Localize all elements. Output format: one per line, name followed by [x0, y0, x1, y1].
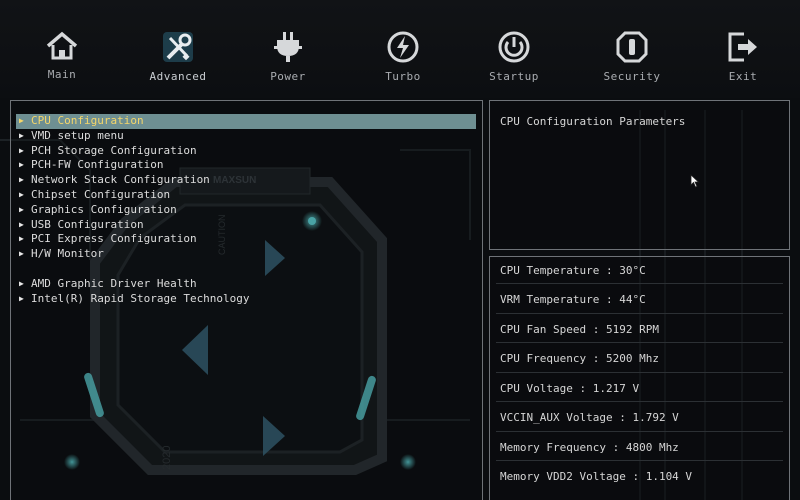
expand-arrow-icon: ▶ — [19, 204, 24, 214]
menu-item-pch-fw[interactable]: ▶ PCH-FW Configuration — [16, 158, 476, 173]
tab-turbo-label: Turbo — [385, 70, 421, 83]
menu-item-chipset[interactable]: ▶ Chipset Configuration — [16, 188, 476, 203]
startup-power-icon — [498, 31, 530, 63]
home-icon — [46, 31, 78, 60]
expand-arrow-icon: ▶ — [19, 219, 24, 229]
menu-item-pch-storage[interactable]: ▶ PCH Storage Configuration — [16, 144, 476, 159]
memory-vdd2-voltage-readout: Memory VDD2 Voltage : 1.104 V — [500, 470, 693, 483]
tab-power-label: Power — [270, 70, 306, 83]
tab-startup[interactable]: Startup — [469, 30, 559, 83]
expand-arrow-icon: ▶ — [19, 160, 24, 170]
tab-main[interactable]: Main — [17, 30, 107, 81]
turbo-icon — [387, 31, 419, 63]
menu-item-intel-rapid-storage[interactable]: ▶ Intel(R) Rapid Storage Technology — [16, 292, 476, 307]
cpu-voltage-readout: CPU Voltage : 1.217 V — [500, 382, 640, 395]
advanced-menu-list: ▶ CPU Configuration ▶ VMD setup menu ▶ PCH … — [16, 114, 476, 306]
advanced-menu-panel: ▶ CPU Configuration ▶ VMD setup menu ▶ PCH … — [10, 100, 483, 500]
tab-power[interactable]: Power — [243, 30, 333, 83]
divider — [496, 460, 783, 461]
vrm-temperature-readout: VRM Temperature : 44°C — [500, 293, 646, 306]
menu-item-graphics[interactable]: ▶ Graphics Configuration — [16, 203, 476, 218]
menu-item-usb[interactable]: ▶ USB Configuration — [16, 218, 476, 233]
expand-arrow-icon: ▶ — [19, 130, 24, 140]
menu-item-vmd-setup[interactable]: ▶ VMD setup menu — [16, 129, 476, 144]
divider — [496, 342, 783, 343]
cpu-temperature-readout: CPU Temperature : 30°C — [500, 264, 646, 277]
expand-arrow-icon: ▶ — [19, 293, 24, 303]
expand-arrow-icon: ▶ — [19, 116, 24, 125]
menu-item-network-stack[interactable]: ▶ Network Stack Configuration — [16, 173, 476, 188]
help-panel: CPU Configuration Parameters — [489, 100, 790, 250]
menu-spacer — [16, 262, 476, 277]
exit-icon — [728, 32, 757, 62]
expand-arrow-icon: ▶ — [19, 189, 24, 199]
menu-item-pci-express[interactable]: ▶ PCI Express Configuration — [16, 232, 476, 247]
mouse-cursor-icon — [690, 174, 700, 188]
divider — [496, 283, 783, 284]
expand-arrow-icon: ▶ — [19, 145, 24, 155]
tab-turbo[interactable]: Turbo — [358, 30, 448, 83]
tab-startup-label: Startup — [489, 70, 539, 83]
expand-arrow-icon: ▶ — [19, 249, 24, 259]
tab-main-label: Main — [47, 68, 77, 81]
cpu-frequency-readout: CPU Frequency : 5200 Mhz — [500, 352, 659, 365]
tab-exit[interactable]: Exit — [698, 30, 788, 83]
cpu-fan-speed-readout: CPU Fan Speed : 5192 RPM — [500, 323, 659, 336]
help-description: CPU Configuration Parameters — [500, 115, 686, 128]
expand-arrow-icon: ▶ — [19, 278, 24, 288]
tab-advanced[interactable]: Advanced — [133, 30, 223, 83]
expand-arrow-icon: ▶ — [19, 175, 24, 185]
vccin-aux-voltage-readout: VCCIN_AUX Voltage : 1.792 V — [500, 411, 679, 424]
power-plug-icon — [274, 32, 302, 62]
menu-item-hw-monitor[interactable]: ▶ H/W Monitor — [16, 247, 476, 262]
menu-item-cpu-configuration[interactable]: ▶ CPU Configuration — [16, 114, 476, 129]
security-icon — [616, 31, 648, 63]
tab-exit-label: Exit — [728, 70, 758, 83]
divider — [496, 431, 783, 432]
divider — [496, 372, 783, 373]
divider — [496, 313, 783, 314]
tools-icon — [163, 32, 193, 62]
tab-advanced-label: Advanced — [149, 70, 207, 83]
tab-security-label: Security — [603, 70, 661, 83]
divider — [496, 401, 783, 402]
memory-frequency-readout: Memory Frequency : 4800 Mhz — [500, 441, 679, 454]
tab-security[interactable]: Security — [587, 30, 677, 83]
top-navigation-bar: Main Advanced Power Turbo Startup Securi… — [0, 0, 800, 98]
hardware-monitor-panel: CPU Temperature : 30°C VRM Temperature :… — [489, 256, 790, 500]
menu-item-amd-graphic-driver-health[interactable]: ▶ AMD Graphic Driver Health — [16, 277, 476, 292]
expand-arrow-icon: ▶ — [19, 234, 24, 244]
